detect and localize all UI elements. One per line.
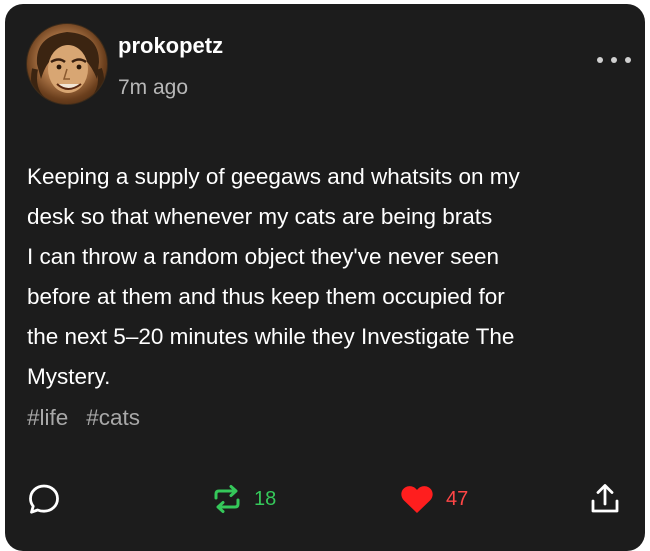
post-tags: #life #cats bbox=[27, 405, 140, 431]
post-timestamp: 7m ago bbox=[118, 76, 189, 99]
post-card: prokopetz 7m ago Keeping a supply of gee… bbox=[5, 4, 645, 551]
reply-button[interactable] bbox=[27, 474, 61, 524]
post-text-line: Keeping a supply of geegaws and whatsits… bbox=[27, 164, 520, 189]
tag-life[interactable]: #life bbox=[27, 405, 68, 431]
like-button[interactable]: 47 bbox=[398, 474, 468, 524]
post-text-line: desk so that whenever my cats are being … bbox=[27, 204, 493, 229]
reblog-arrows-icon bbox=[214, 485, 240, 513]
share-button[interactable] bbox=[589, 474, 621, 524]
more-options-button[interactable] bbox=[597, 50, 631, 70]
post-text-line: Mystery. bbox=[27, 364, 111, 389]
ellipsis-icon bbox=[611, 57, 617, 63]
post-action-bar: 18 47 bbox=[5, 474, 645, 524]
speech-bubble-icon bbox=[29, 484, 59, 514]
author-username[interactable]: prokopetz bbox=[118, 33, 223, 59]
ellipsis-icon bbox=[625, 57, 631, 63]
post-text-line: I can throw a random object they've neve… bbox=[27, 244, 500, 269]
author-avatar[interactable] bbox=[26, 23, 108, 105]
post-text: Keeping a supply of geegaws and whatsits… bbox=[27, 157, 632, 397]
reblog-count: 18 bbox=[254, 487, 277, 510]
heart-icon bbox=[401, 486, 433, 513]
post-text-line: the next 5–20 minutes while they Investi… bbox=[27, 324, 515, 349]
avatar-portrait-icon bbox=[31, 32, 104, 103]
reblog-button[interactable]: 18 bbox=[210, 474, 276, 524]
post-text-line: before at them and thus keep them occupi… bbox=[27, 284, 505, 309]
like-count: 47 bbox=[446, 487, 469, 510]
tag-cats[interactable]: #cats bbox=[86, 405, 140, 431]
ellipsis-icon bbox=[597, 57, 603, 63]
share-upload-icon bbox=[591, 484, 619, 513]
